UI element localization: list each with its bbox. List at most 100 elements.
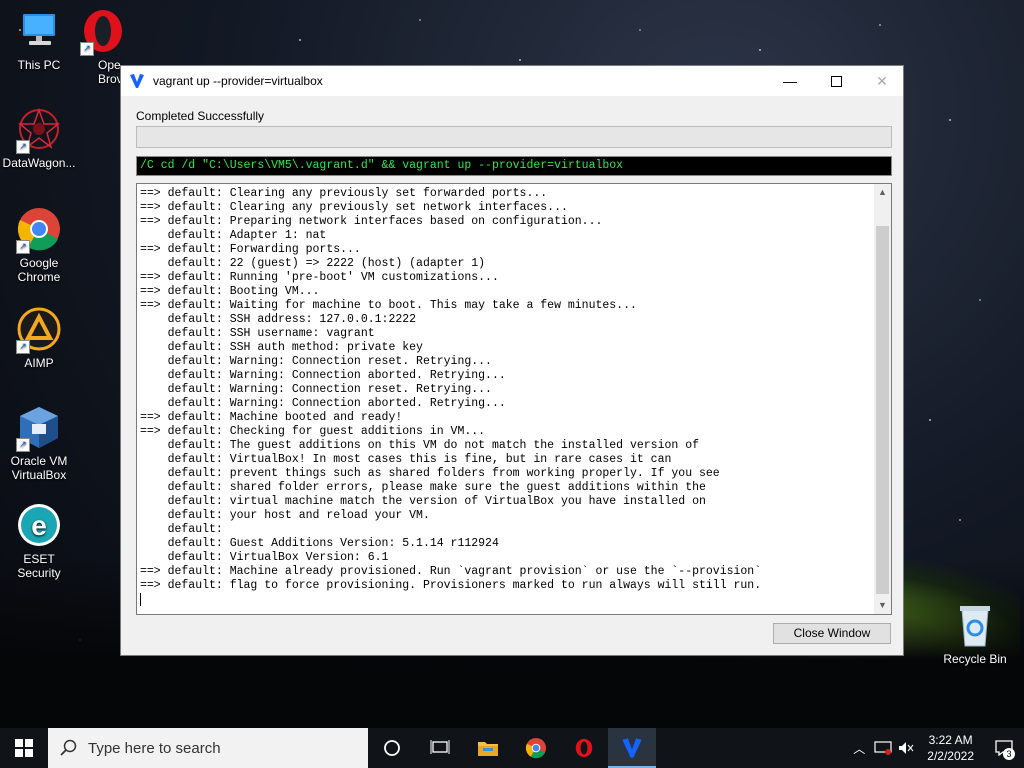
console-line: ==> default: Machine booted and ready! (140, 411, 403, 424)
eset-icon: e (16, 502, 62, 548)
windows-logo-icon (15, 739, 33, 757)
console-line: ==> default: Preparing network interface… (140, 215, 603, 228)
desktop-icon-google-chrome[interactable]: ↗ Google Chrome (1, 206, 77, 284)
console-line: default: shared folder errors, please ma… (140, 481, 706, 494)
opera-icon (575, 738, 593, 758)
console-line: default: Guest Additions Version: 5.1.14… (140, 537, 499, 550)
svg-text:e: e (31, 510, 47, 541)
notification-count-badge: 3 (1003, 748, 1015, 760)
chevron-up-icon[interactable]: ︿ (853, 740, 865, 757)
minimize-button[interactable]: — (767, 66, 813, 96)
window-title: vagrant up --provider=virtualbox (153, 74, 323, 88)
console-line: default: 22 (guest) => 2222 (host) (adap… (140, 257, 486, 270)
taskbar: Type here to search ︿ 3:22 AM 2/2/2022 3 (0, 728, 1024, 768)
console-line: default: (140, 523, 223, 536)
task-view-icon (430, 740, 450, 754)
vagrant-logo-icon (130, 74, 144, 88)
close-icon: ✕ (876, 72, 888, 89)
console-line: ==> default: Checking for guest addition… (140, 425, 486, 438)
console-line: default: Warning: Connection aborted. Re… (140, 369, 506, 382)
computer-icon (16, 8, 62, 54)
scrollbar-thumb[interactable] (876, 226, 889, 594)
search-placeholder: Type here to search (88, 739, 221, 757)
shortcut-arrow-icon: ↗ (80, 42, 94, 56)
chrome-icon: ↗ (16, 206, 62, 254)
console-output[interactable]: ==> default: Clearing any previously set… (136, 183, 892, 615)
console-line: ==> default: Booting VM... (140, 285, 320, 298)
scroll-up-arrow-icon[interactable]: ▲ (874, 184, 891, 201)
taskbar-opera[interactable] (560, 728, 608, 768)
command-line-display: /C cd /d "C:\Users\VM5\.vagrant.d" && va… (136, 156, 892, 176)
progress-bar (136, 126, 892, 148)
console-line: default: SSH address: 127.0.0.1:2222 (140, 313, 417, 326)
status-label: Completed Successfully (136, 109, 265, 123)
chrome-icon (525, 737, 547, 759)
desktop-icon-label: Oracle VM VirtualBox (10, 454, 68, 482)
aimp-icon: ↗ (16, 306, 62, 354)
console-line: default: VirtualBox! In most cases this … (140, 453, 672, 466)
desktop-icon-label: This PC (17, 58, 61, 72)
taskbar-chrome[interactable] (512, 728, 560, 768)
notification-center-button[interactable]: 3 (984, 728, 1024, 768)
window-titlebar[interactable]: vagrant up --provider=virtualbox — ✕ (121, 66, 903, 96)
console-line: ==> default: Clearing any previously set… (140, 201, 568, 214)
close-window-titlebar-button[interactable]: ✕ (859, 66, 905, 96)
desktop-icon-datawagon[interactable]: ↗ DataWagon... (1, 106, 77, 170)
virtualbox-icon: ↗ (16, 404, 62, 452)
console-cursor-line (140, 593, 873, 608)
console-line: ==> default: Machine already provisioned… (140, 565, 762, 578)
task-view-button[interactable] (416, 728, 464, 768)
shortcut-arrow-icon: ↗ (16, 140, 30, 154)
console-scrollbar[interactable]: ▲ ▼ (874, 184, 891, 614)
desktop-icon-label: DataWagon... (2, 156, 76, 170)
close-window-button[interactable]: Close Window (773, 623, 891, 644)
cortana-button[interactable] (368, 728, 416, 768)
scroll-down-arrow-icon[interactable]: ▼ (874, 597, 891, 614)
console-line: default: Adapter 1: nat (140, 229, 327, 242)
console-line: default: The guest additions on this VM … (140, 439, 699, 452)
minimize-icon: — (783, 73, 797, 89)
shortcut-arrow-icon: ↗ (16, 240, 30, 254)
start-button[interactable] (0, 728, 48, 768)
maximize-button[interactable] (813, 66, 859, 96)
desktop-icon-recycle-bin[interactable]: Recycle Bin (937, 602, 1013, 666)
console-line: ==> default: Waiting for machine to boot… (140, 299, 637, 312)
taskbar-clock[interactable]: 3:22 AM 2/2/2022 (927, 732, 974, 764)
datawagon-icon: ↗ (16, 106, 62, 154)
desktop-icon-virtualbox[interactable]: ↗ Oracle VM VirtualBox (1, 404, 77, 482)
taskbar-vagrant[interactable] (608, 728, 656, 768)
desktop-icon-label: Recycle Bin (943, 652, 1007, 666)
console-line: default: Warning: Connection reset. Retr… (140, 355, 492, 368)
clock-date: 2/2/2022 (927, 749, 974, 763)
desktop-icon-label: Google Chrome (17, 256, 61, 284)
console-line: ==> default: Forwarding ports... (140, 243, 361, 256)
shortcut-arrow-icon: ↗ (16, 438, 30, 452)
maximize-icon (830, 75, 842, 87)
desktop-icon-aimp[interactable]: ↗ AIMP (1, 306, 77, 370)
vagrant-window: vagrant up --provider=virtualbox — ✕ Com… (120, 65, 904, 656)
console-line: ==> default: flag to force provisioning.… (140, 579, 762, 592)
console-line: default: SSH auth method: private key (140, 341, 423, 354)
console-line: default: your host and reload your VM. (140, 509, 430, 522)
taskbar-file-explorer[interactable] (464, 728, 512, 768)
clock-time: 3:22 AM (928, 733, 973, 747)
console-line: default: Warning: Connection reset. Retr… (140, 383, 492, 396)
desktop-icon-eset[interactable]: e ESET Security (1, 502, 77, 580)
folder-icon (478, 742, 498, 756)
network-icon[interactable] (874, 741, 892, 755)
console-line: default: Warning: Connection aborted. Re… (140, 397, 506, 410)
cortana-circle-icon (384, 740, 400, 756)
shortcut-arrow-icon: ↗ (16, 340, 30, 354)
console-text: ==> default: Clearing any previously set… (140, 187, 873, 608)
desktop-icon-label: ESET Security (17, 552, 61, 580)
console-line: ==> default: Clearing any previously set… (140, 187, 548, 200)
desktop-icon-this-pc[interactable]: This PC (1, 8, 77, 72)
console-line: ==> default: Running 'pre-boot' VM custo… (140, 271, 499, 284)
search-icon (60, 739, 77, 756)
console-line: default: virtual machine match the versi… (140, 495, 706, 508)
taskbar-search-box[interactable]: Type here to search (48, 728, 368, 768)
console-line: default: SSH username: vagrant (140, 327, 375, 340)
system-tray: ︿ 3:22 AM 2/2/2022 3 (847, 728, 1024, 768)
desktop-icon-label: AIMP (24, 356, 54, 370)
volume-icon[interactable] (898, 741, 914, 755)
